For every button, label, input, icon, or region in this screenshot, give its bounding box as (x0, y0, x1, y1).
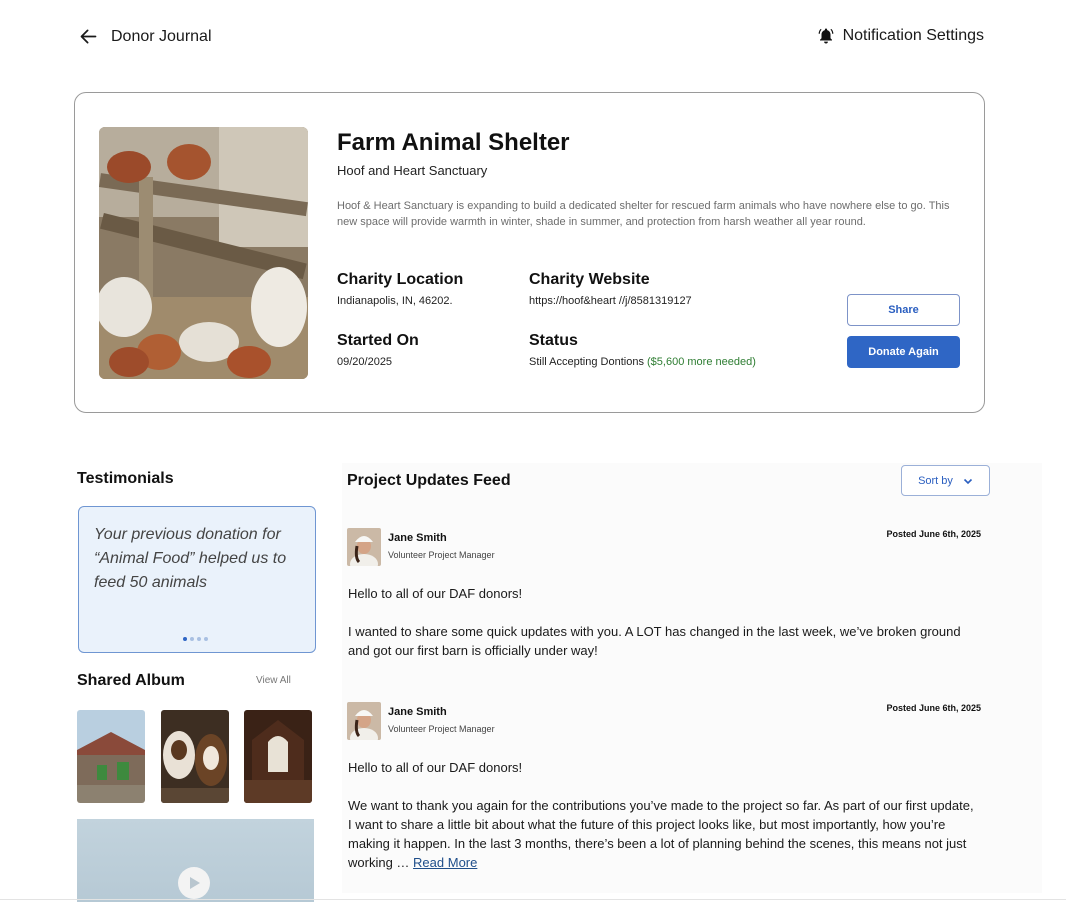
post-author: Jane Smith (388, 532, 447, 544)
carousel-dot[interactable] (183, 637, 187, 641)
avatar (347, 528, 381, 566)
testimonial-quote: Your previous donation for “Animal Food”… (94, 526, 287, 591)
charity-location-value: Indianapolis, IN, 46202. (337, 295, 453, 307)
charity-description: Hoof & Heart Sanctuary is expanding to b… (337, 200, 950, 228)
status-label: Status (529, 332, 578, 349)
testimonials-heading: Testimonials (77, 470, 174, 487)
charity-location: Charity Location Indianapolis, IN, 46202… (337, 271, 463, 307)
album-video[interactable] (77, 819, 314, 902)
play-icon[interactable] (178, 867, 210, 899)
carousel-dot[interactable] (204, 637, 208, 641)
notification-settings-label: Notification Settings (842, 27, 984, 44)
album-photo[interactable] (244, 710, 312, 803)
sort-by-label: Sort by (918, 474, 953, 487)
top-bar: Donor Journal Notification Settings (0, 0, 1066, 76)
charity-website: Charity Website https://hoof&heart //j/8… (529, 271, 692, 307)
charity-status: Status Still Accepting Dontions ($5,600 … (529, 332, 756, 368)
back-label: Donor Journal (111, 27, 212, 45)
feed-heading: Project Updates Feed (347, 472, 511, 489)
started-on-label: Started On (337, 332, 419, 349)
post-author: Jane Smith (388, 706, 447, 718)
carousel-dot[interactable] (190, 637, 194, 641)
post-text-wrap: We want to thank you again for the contr… (348, 796, 976, 872)
notification-settings-link[interactable]: Notification Settings (817, 26, 984, 46)
bell-icon (818, 28, 833, 44)
charity-website-link[interactable]: https://hoof&heart //j/8581319127 (529, 295, 692, 307)
post-greeting: Hello to all of our DAF donors! (348, 760, 523, 775)
post-date: Posted June 6th, 2025 (886, 703, 981, 713)
avatar (347, 702, 381, 740)
charity-title: Farm Animal Shelter (337, 129, 570, 156)
album-photo[interactable] (161, 710, 229, 803)
status-value: Still Accepting Dontions (529, 356, 644, 368)
charity-location-label: Charity Location (337, 271, 464, 288)
post-date: Posted June 6th, 2025 (886, 529, 981, 539)
share-button[interactable]: Share (847, 294, 960, 326)
post-greeting: Hello to all of our DAF donors! (348, 586, 523, 601)
carousel-dots (183, 637, 208, 641)
charity-started: Started On 09/20/2025 (337, 332, 419, 368)
feed-post: Jane Smith Volunteer Project Manager Pos… (347, 528, 987, 668)
post-author-role: Volunteer Project Manager (388, 724, 495, 734)
charity-photo (99, 127, 308, 379)
divider (0, 899, 1066, 900)
post-body: Hello to all of our DAF donors! I wanted… (348, 584, 976, 679)
feed-post: Jane Smith Volunteer Project Manager Pos… (347, 702, 987, 882)
chevron-down-icon (963, 478, 972, 484)
sort-by-dropdown[interactable]: Sort by (901, 465, 990, 496)
donate-again-button[interactable]: Donate Again (847, 336, 960, 368)
started-on-value: 09/20/2025 (337, 356, 393, 368)
charity-website-label: Charity Website (529, 271, 650, 288)
arrow-left-icon (80, 29, 97, 44)
charity-card: Farm Animal Shelter Hoof and Heart Sanct… (74, 92, 985, 413)
carousel-dot[interactable] (197, 637, 201, 641)
status-value-line: Still Accepting Dontions ($5,600 more ne… (529, 356, 756, 368)
shared-album-heading: Shared Album (77, 672, 185, 689)
status-needed: ($5,600 more needed) (647, 356, 756, 368)
post-author-role: Volunteer Project Manager (388, 550, 495, 560)
post-text: I wanted to share some quick updates wit… (348, 624, 961, 658)
post-body: Hello to all of our DAF donors! We want … (348, 758, 976, 891)
album-photo[interactable] (77, 710, 145, 803)
charity-organization: Hoof and Heart Sanctuary (337, 163, 488, 178)
project-updates-feed: Project Updates Feed Sort by Jane Smith … (342, 463, 1042, 893)
read-more-link[interactable]: Read More (413, 855, 477, 870)
back-link[interactable]: Donor Journal (78, 26, 212, 47)
view-all-link[interactable]: View All (256, 675, 291, 686)
testimonial-card: Your previous donation for “Animal Food”… (78, 506, 316, 653)
